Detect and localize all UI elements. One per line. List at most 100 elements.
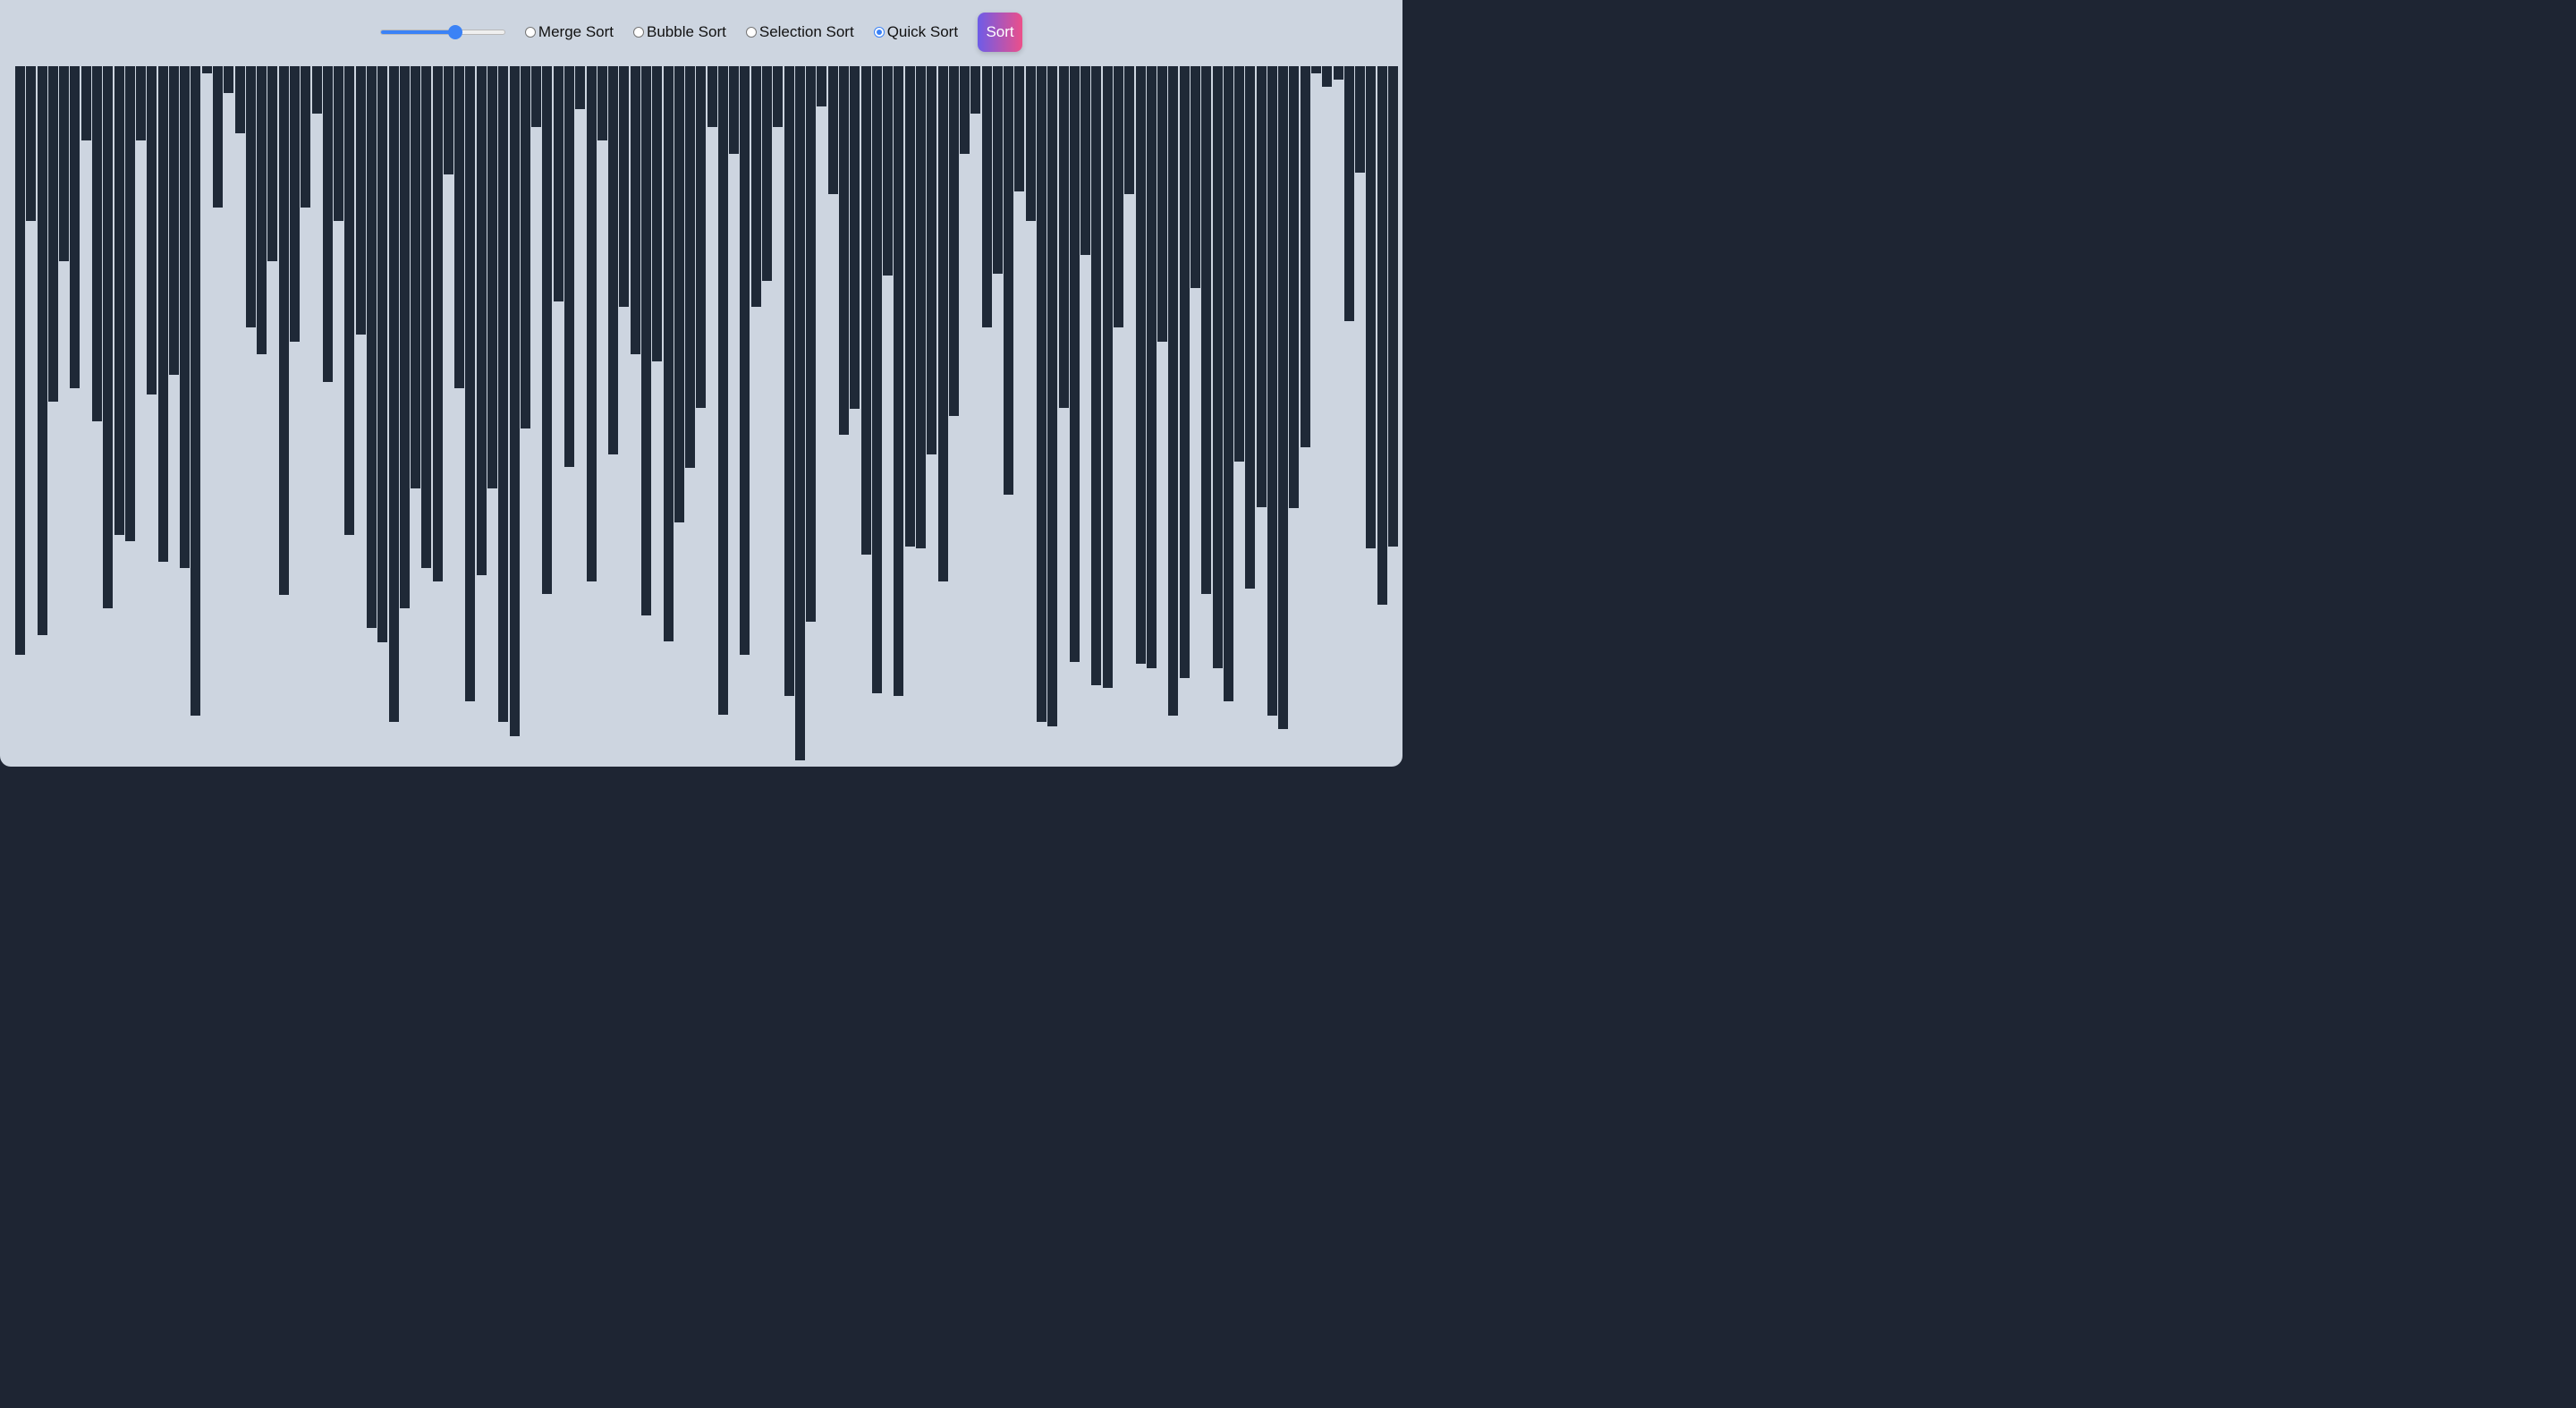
array-bar <box>1223 66 1233 701</box>
array-bar <box>970 66 981 114</box>
radio-button-icon[interactable] <box>524 27 536 38</box>
array-bar <box>696 66 707 408</box>
array-bar <box>937 66 948 581</box>
array-bar <box>960 66 970 154</box>
array-bar <box>290 66 300 342</box>
array-bar <box>168 66 179 375</box>
array-bar <box>542 66 553 594</box>
array-bar <box>564 66 574 467</box>
array-bar <box>817 66 827 106</box>
array-bar <box>652 66 663 361</box>
array-bar <box>904 66 915 547</box>
array-bar <box>784 66 794 696</box>
array-bar <box>267 66 278 261</box>
array-bar <box>1037 66 1047 722</box>
array-bar <box>531 66 542 127</box>
radio-bubble-sort[interactable]: Bubble Sort <box>633 23 726 41</box>
array-bar <box>70 66 80 388</box>
array-bar <box>707 66 717 127</box>
array-bar <box>377 66 388 642</box>
array-bar <box>597 66 607 140</box>
controls-bar: Merge Sort Bubble Sort Selection Sort Qu… <box>0 13 1402 52</box>
array-bar <box>883 66 894 276</box>
slider-fill <box>380 30 456 34</box>
array-bar <box>1267 66 1277 716</box>
array-bar <box>454 66 465 388</box>
array-bar <box>794 66 805 760</box>
array-bar <box>619 66 630 307</box>
radio-label: Selection Sort <box>758 23 854 40</box>
array-bar <box>674 66 684 522</box>
array-bar <box>37 66 47 635</box>
array-bar <box>762 66 773 281</box>
array-bar <box>992 66 1003 274</box>
array-bar <box>839 66 849 435</box>
array-bar <box>509 66 520 736</box>
array-bar <box>80 66 91 140</box>
array-bar <box>301 66 311 208</box>
sorting-visualizer-app: Merge Sort Bubble Sort Selection Sort Qu… <box>0 0 1402 767</box>
array-bar <box>355 66 366 335</box>
array-bar <box>1377 66 1387 605</box>
array-bar <box>334 66 344 221</box>
array-bar <box>1201 66 1212 594</box>
array-bar <box>1004 66 1014 495</box>
array-bar <box>136 66 147 140</box>
radio-button-icon[interactable] <box>873 27 885 38</box>
array-bar <box>157 66 168 562</box>
array-bar <box>1102 66 1113 688</box>
array-bar <box>257 66 267 354</box>
array-bar <box>575 66 586 109</box>
slider-track <box>379 30 505 35</box>
array-bar <box>213 66 224 208</box>
array-bar <box>476 66 487 575</box>
array-bar <box>1091 66 1102 685</box>
array-bar <box>421 66 432 568</box>
array-bar <box>1366 66 1377 548</box>
array-bar <box>1025 66 1036 221</box>
array-bar <box>1212 66 1223 668</box>
array-bar <box>487 66 498 488</box>
array-bar <box>750 66 761 307</box>
array-bar <box>465 66 476 701</box>
array-bar <box>1146 66 1157 668</box>
array-bar <box>630 66 640 354</box>
array-bar <box>47 66 58 402</box>
array-bar <box>827 66 838 194</box>
array-bar <box>1124 66 1135 194</box>
radio-selection-sort[interactable]: Selection Sort <box>745 23 854 41</box>
array-bar <box>224 66 234 93</box>
radio-button-icon[interactable] <box>633 27 645 38</box>
radio-label: Quick Sort <box>886 23 959 40</box>
array-bar <box>1256 66 1267 507</box>
array-bar <box>1333 66 1343 80</box>
array-bar <box>927 66 937 454</box>
radio-merge-sort[interactable]: Merge Sort <box>524 23 614 41</box>
array-bar <box>234 66 245 133</box>
array-bar <box>498 66 509 722</box>
array-bar <box>1322 66 1333 87</box>
array-bar <box>103 66 114 608</box>
slider-thumb[interactable] <box>447 25 462 39</box>
array-bar <box>432 66 443 581</box>
array-bar <box>1343 66 1354 321</box>
array-bars-container <box>15 66 1398 760</box>
array-bar <box>1289 66 1300 508</box>
radio-button-icon[interactable] <box>745 27 757 38</box>
array-bar <box>1311 66 1322 73</box>
array-bar <box>191 66 201 716</box>
array-bar <box>871 66 882 693</box>
array-bar <box>1388 66 1398 547</box>
radio-quick-sort[interactable]: Quick Sort <box>873 23 959 41</box>
array-bar <box>1157 66 1168 342</box>
array-bar <box>147 66 157 394</box>
array-bar <box>124 66 135 541</box>
array-bar <box>1234 66 1245 462</box>
array-bar <box>850 66 860 409</box>
sort-button[interactable]: Sort <box>978 13 1023 52</box>
array-bar <box>26 66 37 221</box>
array-bar <box>608 66 619 454</box>
array-bar <box>717 66 728 715</box>
array-size-slider[interactable] <box>379 23 505 41</box>
array-bar <box>245 66 256 327</box>
